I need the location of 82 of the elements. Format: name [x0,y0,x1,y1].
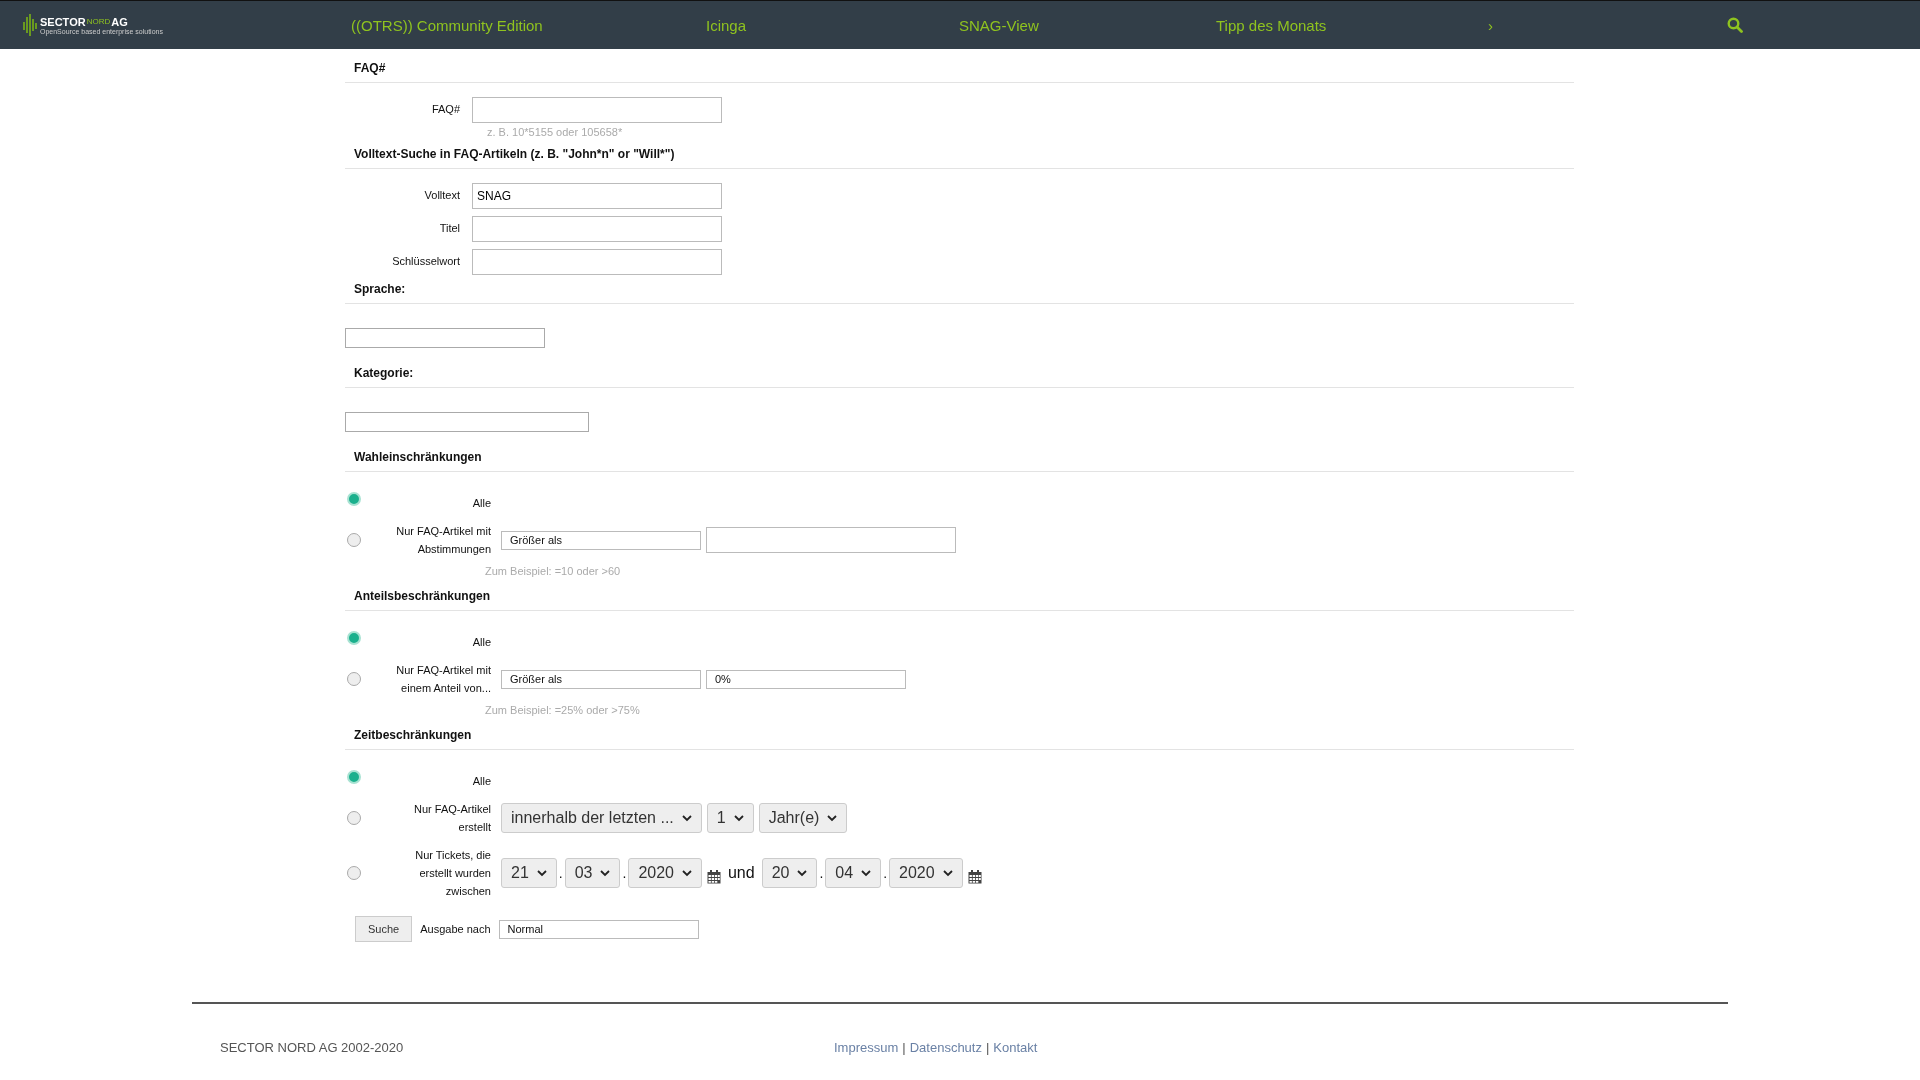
dropdown[interactable]: Jahr(e) [758,803,848,833]
select-field[interactable] [345,328,545,348]
calendar-icon[interactable] [967,870,982,884]
chevron-down-icon [797,869,808,877]
footer-link[interactable]: Datenschutz [909,1040,982,1055]
radio-label: Nur Tickets, die erstellt wurden zwischen [414,848,491,899]
section-heading: Zeitbeschränkungen [345,728,1574,750]
radio-label: Nur FAQ-Artikel mit einem Anteil von... [395,663,491,696]
dropdown[interactable]: 03 [564,858,621,888]
date-separator: . [622,865,627,881]
radio-label: Alle [471,774,491,789]
radio-button[interactable] [347,631,361,645]
select-field[interactable] [345,412,589,432]
radio-label: Nur FAQ-Artikel erstellt [413,802,491,835]
range-conjunction: und [727,864,755,882]
section-heading: FAQ# [345,61,1574,83]
dropdown[interactable]: 20 [761,858,818,888]
dropdown[interactable]: 2020 [628,858,702,888]
radio-button[interactable] [347,811,361,825]
text-field[interactable] [472,216,722,242]
radio-button[interactable] [347,672,361,686]
radio-button[interactable] [347,492,361,506]
radio-label: Alle [471,496,491,511]
section-heading: Volltext-Suche in FAQ-Artikeln (z. B. "John*n" or "Will*") [345,147,1574,169]
chevron-down-icon [681,814,692,822]
field-label: Volltext [423,188,460,203]
dropdown[interactable]: 2020 [889,858,963,888]
nav-link[interactable]: Icinga [706,16,959,34]
section-heading: Anteilsbeschränkungen [345,589,1574,611]
nav-link[interactable]: ((OTRS)) Community Edition [351,16,706,34]
search-button[interactable]: Suche [355,916,413,942]
nav-link[interactable]: SNAG-View [959,16,1216,34]
date-separator: . [558,865,563,881]
calendar-icon[interactable] [706,870,721,884]
radio-button[interactable] [347,770,361,784]
logo-bars-icon [23,14,37,36]
text-field[interactable] [472,249,722,275]
output-format-select[interactable]: Normal [498,919,699,939]
dropdown[interactable]: 1 [706,803,754,833]
date-separator: . [883,865,888,881]
select-field[interactable]: Größer als [501,669,701,689]
field-label: Schlüsselwort [391,254,460,269]
dropdown[interactable]: 21 [501,858,557,888]
footer-link[interactable]: Impressum [834,1040,899,1055]
select-field[interactable]: Größer als [501,530,701,550]
date-separator: . [819,865,824,881]
chevron-down-icon [861,869,872,877]
chevron-down-icon [942,869,953,877]
dropdown[interactable]: innerhalb der letzten ... [501,803,702,833]
nav-link[interactable]: › [1488,16,1727,34]
logo-superscript: NORD [86,15,111,28]
chevron-down-icon [681,869,692,877]
section-heading: Wahleinschränkungen [345,450,1574,472]
field-label: FAQ# [430,102,460,117]
section-heading: Kategorie: [345,366,1574,388]
chevron-down-icon [536,869,547,877]
chevron-down-icon [600,869,611,877]
radio-label: Alle [471,635,491,650]
footer-link[interactable]: Kontakt [993,1040,1038,1055]
search-icon[interactable] [1727,17,1743,33]
text-field[interactable] [472,97,722,123]
text-field[interactable] [706,527,956,553]
radio-button[interactable] [347,866,361,880]
field-hint: Zum Beispiel: =10 oder >60 [484,564,622,579]
radio-label: Nur FAQ-Artikel mit Abstimmungen [395,524,491,557]
copyright-text: SECTOR NORD AG 2002-2020 [219,1040,405,1055]
link-separator: | [985,1040,990,1055]
field-label: Titel [438,221,460,236]
text-field[interactable]: SNAG [472,183,722,209]
link-separator: | [902,1040,906,1055]
chevron-down-icon [827,814,838,822]
section-heading: Sprache: [345,282,1574,304]
logo-suffix: AG [111,15,128,28]
field-hint: z. B. 10*5155 oder 105658* [486,125,624,140]
dropdown[interactable]: 04 [825,858,882,888]
radio-button[interactable] [347,533,361,547]
logo-name: SECTOR [40,15,86,28]
chevron-down-icon [733,814,744,822]
select-field[interactable]: 0% [706,669,906,689]
output-label: Ausgabe nach [420,923,491,935]
field-hint: Zum Beispiel: =25% oder >75% [484,703,641,718]
nav-link[interactable]: Tipp des Monats [1216,16,1488,34]
